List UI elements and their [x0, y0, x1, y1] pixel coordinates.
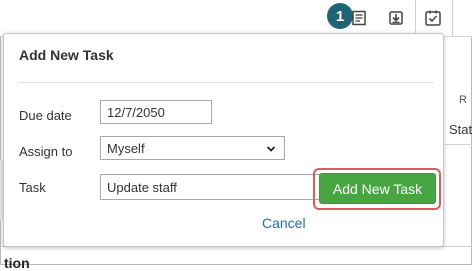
assign-to-label: Assign to [19, 144, 73, 159]
background-section-heading: tion [4, 255, 30, 271]
popup-title: Add New Task [19, 47, 114, 63]
chevron-down-icon [266, 146, 276, 152]
due-date-value: 12/7/2050 [107, 104, 165, 120]
task-value: Update staff [107, 179, 177, 195]
due-date-label: Due date [19, 108, 72, 123]
add-task-popup: Add New Task Due date 12/7/2050 Assign t… [3, 33, 444, 247]
background-column-header: Stat [449, 122, 472, 137]
due-date-field[interactable]: 12/7/2050 [100, 100, 212, 124]
background-tab-label: R [459, 94, 467, 106]
cancel-button[interactable]: Cancel [262, 215, 306, 231]
task-checkbox-icon[interactable] [420, 5, 446, 31]
assign-to-value: Myself [107, 140, 145, 156]
assign-to-select[interactable]: Myself [100, 136, 285, 160]
download-icon[interactable] [383, 5, 409, 31]
notes-icon[interactable] [346, 5, 372, 31]
add-new-task-button[interactable]: Add New Task [319, 173, 436, 204]
task-label: Task [19, 180, 46, 195]
popup-divider [18, 82, 434, 83]
